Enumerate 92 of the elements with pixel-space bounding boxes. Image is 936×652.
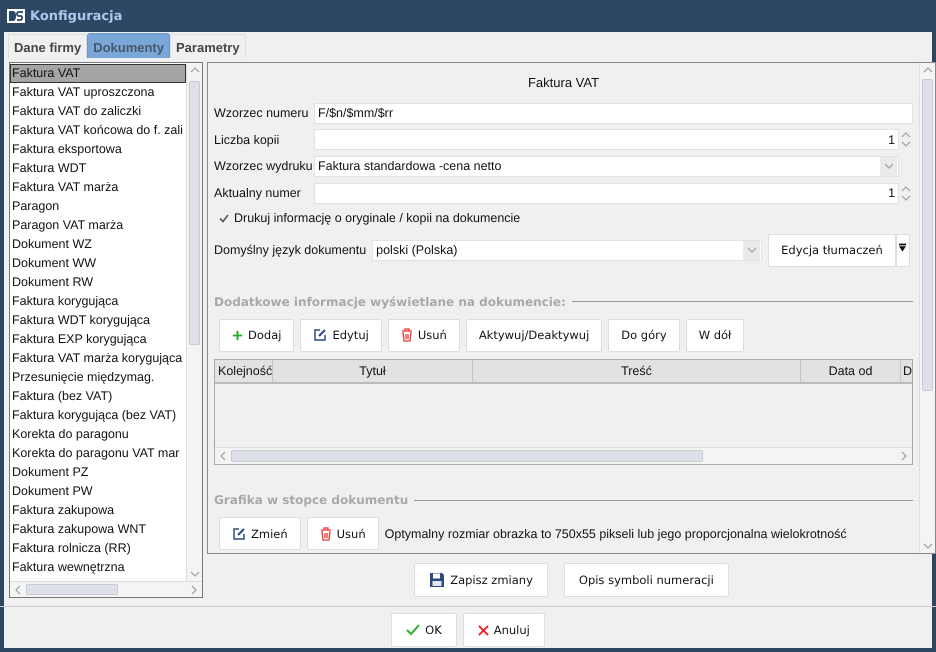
number-field[interactable]: 1 (314, 182, 900, 204)
window-title: Konfiguracja (30, 8, 122, 24)
list-item[interactable]: Dokument PZ (10, 463, 88, 482)
list-item[interactable]: Dokument PW (10, 482, 93, 501)
edit-icon (232, 526, 246, 541)
trash-icon (320, 526, 332, 541)
tab[interactable]: Parametry (170, 34, 246, 58)
vertical-scrollbar[interactable] (186, 63, 202, 581)
list-item[interactable]: Faktura VAT marża (10, 178, 118, 197)
caret-icon (899, 242, 906, 253)
arrow-down-icon[interactable] (901, 141, 912, 148)
arrow-left-icon[interactable] (15, 584, 21, 594)
action-button[interactable]: Aktywuj/Deaktywuj (466, 318, 602, 352)
list-item[interactable]: Faktura WDT (10, 159, 86, 178)
list-item[interactable]: Faktura rolnicza (RR) (10, 539, 131, 558)
list-item[interactable]: Faktura VAT marża korygująca (10, 349, 182, 368)
list-item[interactable]: Faktura VAT końcowa do f. zali (10, 121, 183, 140)
action-button[interactable]: Do góry (608, 318, 680, 352)
text-field[interactable]: F/$n/$mm/$rr (314, 102, 914, 124)
list-item[interactable]: Faktura korygująca (bez VAT) (10, 406, 176, 425)
list-item[interactable]: Dokument RW (10, 273, 94, 292)
arrow-up-icon[interactable] (901, 186, 912, 192)
field-label: Aktualny numer (214, 186, 302, 200)
tab[interactable]: Dane firmy (8, 34, 88, 58)
arrow-left-icon[interactable] (220, 451, 226, 462)
language-dropdown[interactable]: polski (Polska) (372, 240, 762, 261)
list-item[interactable]: Faktura VAT (10, 64, 186, 83)
arrow-down-icon[interactable] (901, 194, 912, 201)
arrow-right-icon[interactable] (191, 584, 197, 594)
arrow-right-icon[interactable] (901, 451, 908, 462)
ok-button[interactable]: OK (391, 613, 457, 647)
edit-button[interactable]: Edytuj (300, 318, 382, 352)
column-header[interactable]: Tytuł (273, 360, 473, 382)
column-header[interactable]: Data od (801, 360, 901, 382)
edit-icon (313, 328, 328, 342)
list-item[interactable]: Korekta do paragonu (10, 425, 129, 444)
list-item[interactable]: Faktura korygująca (10, 292, 118, 311)
arrow-down-icon[interactable] (884, 163, 894, 170)
arrow-up-icon[interactable] (901, 132, 912, 138)
number-field[interactable]: 1 (314, 129, 900, 150)
list-item[interactable]: Faktura eksportowa (10, 140, 122, 159)
arrow-down-icon[interactable] (746, 247, 757, 254)
column-header[interactable]: Treść (473, 360, 801, 382)
column-header[interactable]: D (901, 360, 912, 382)
logo-icon (7, 9, 25, 23)
list-item[interactable]: Faktura zakupowa (10, 501, 114, 520)
list-item[interactable]: Faktura zakupowa WNT (10, 520, 146, 539)
cancel-button[interactable]: Anuluj (462, 613, 545, 647)
arrow-up-icon[interactable] (922, 67, 933, 73)
dropdown[interactable]: Faktura standardowa -cena netto (314, 156, 900, 177)
list-item[interactable]: Faktura wewnętrzna (10, 558, 125, 577)
delete-button[interactable]: Usuń (388, 318, 460, 352)
action-button[interactable]: Opis symboli numeracji (564, 563, 729, 597)
check-icon (406, 624, 420, 636)
field-label: Domyślny język dokumentu (214, 243, 366, 258)
list-item[interactable]: Korekta do paragonu VAT mar (10, 444, 180, 463)
arrow-down-icon[interactable] (190, 571, 200, 577)
field-label: Wzorzec wydruku (214, 159, 314, 174)
column-header[interactable]: Kolejność (215, 360, 273, 382)
menu-button[interactable] (896, 234, 910, 267)
list-item[interactable]: Paragon (10, 197, 60, 216)
list-item[interactable]: Faktura (bez VAT) (10, 387, 112, 406)
arrow-up-icon[interactable] (190, 67, 200, 73)
horizontal-scrollbar[interactable] (215, 447, 912, 464)
list-item[interactable]: Faktura VAT do zaliczki (10, 102, 142, 121)
field-label: Wzorzec numeru (214, 106, 310, 120)
add-button[interactable]: Dodaj (219, 318, 294, 352)
list-item[interactable]: Dokument WW (10, 254, 96, 273)
list-item[interactable]: Faktura EXP korygująca (10, 330, 147, 349)
trash-icon (400, 328, 413, 342)
section-title: Dodatkowe informacje wyświetlane na dokumencie: (214, 294, 566, 309)
save-button[interactable]: Zapisz zmiany (414, 563, 548, 597)
checkbox-label: Drukuj informację o oryginale / kopii na dokumencie (234, 211, 520, 226)
list-item[interactable]: Faktura WDT korygująca (10, 311, 150, 330)
close-icon (478, 624, 489, 636)
section-title: Grafika w stopce dokumentu (214, 493, 408, 508)
vertical-scrollbar[interactable] (919, 63, 936, 553)
action-button[interactable]: W dół (686, 318, 744, 352)
list-item[interactable]: Przesunięcie międzymag. (10, 368, 154, 387)
list-item[interactable]: Paragon VAT marża (10, 216, 124, 235)
edit-button[interactable]: Zmień (219, 517, 301, 550)
translations-button[interactable]: Edycja tłumaczeń (768, 234, 896, 267)
form-heading: Faktura VAT (526, 74, 600, 92)
checkbox[interactable] (218, 212, 230, 224)
plus-icon (232, 330, 243, 341)
delete-button[interactable]: Usuń (306, 517, 379, 550)
list-item[interactable]: Dokument WZ (10, 235, 92, 254)
field-label: Liczba kopii (214, 132, 280, 147)
list-item[interactable]: Faktura VAT uproszczona (10, 83, 154, 102)
horizontal-scrollbar[interactable] (10, 581, 202, 597)
hint-text: Optymalny rozmiar obrazka to 750x55 pikseli lub jego proporcjonalna wielokrotność (384, 526, 847, 541)
arrow-down-icon[interactable] (922, 543, 933, 549)
